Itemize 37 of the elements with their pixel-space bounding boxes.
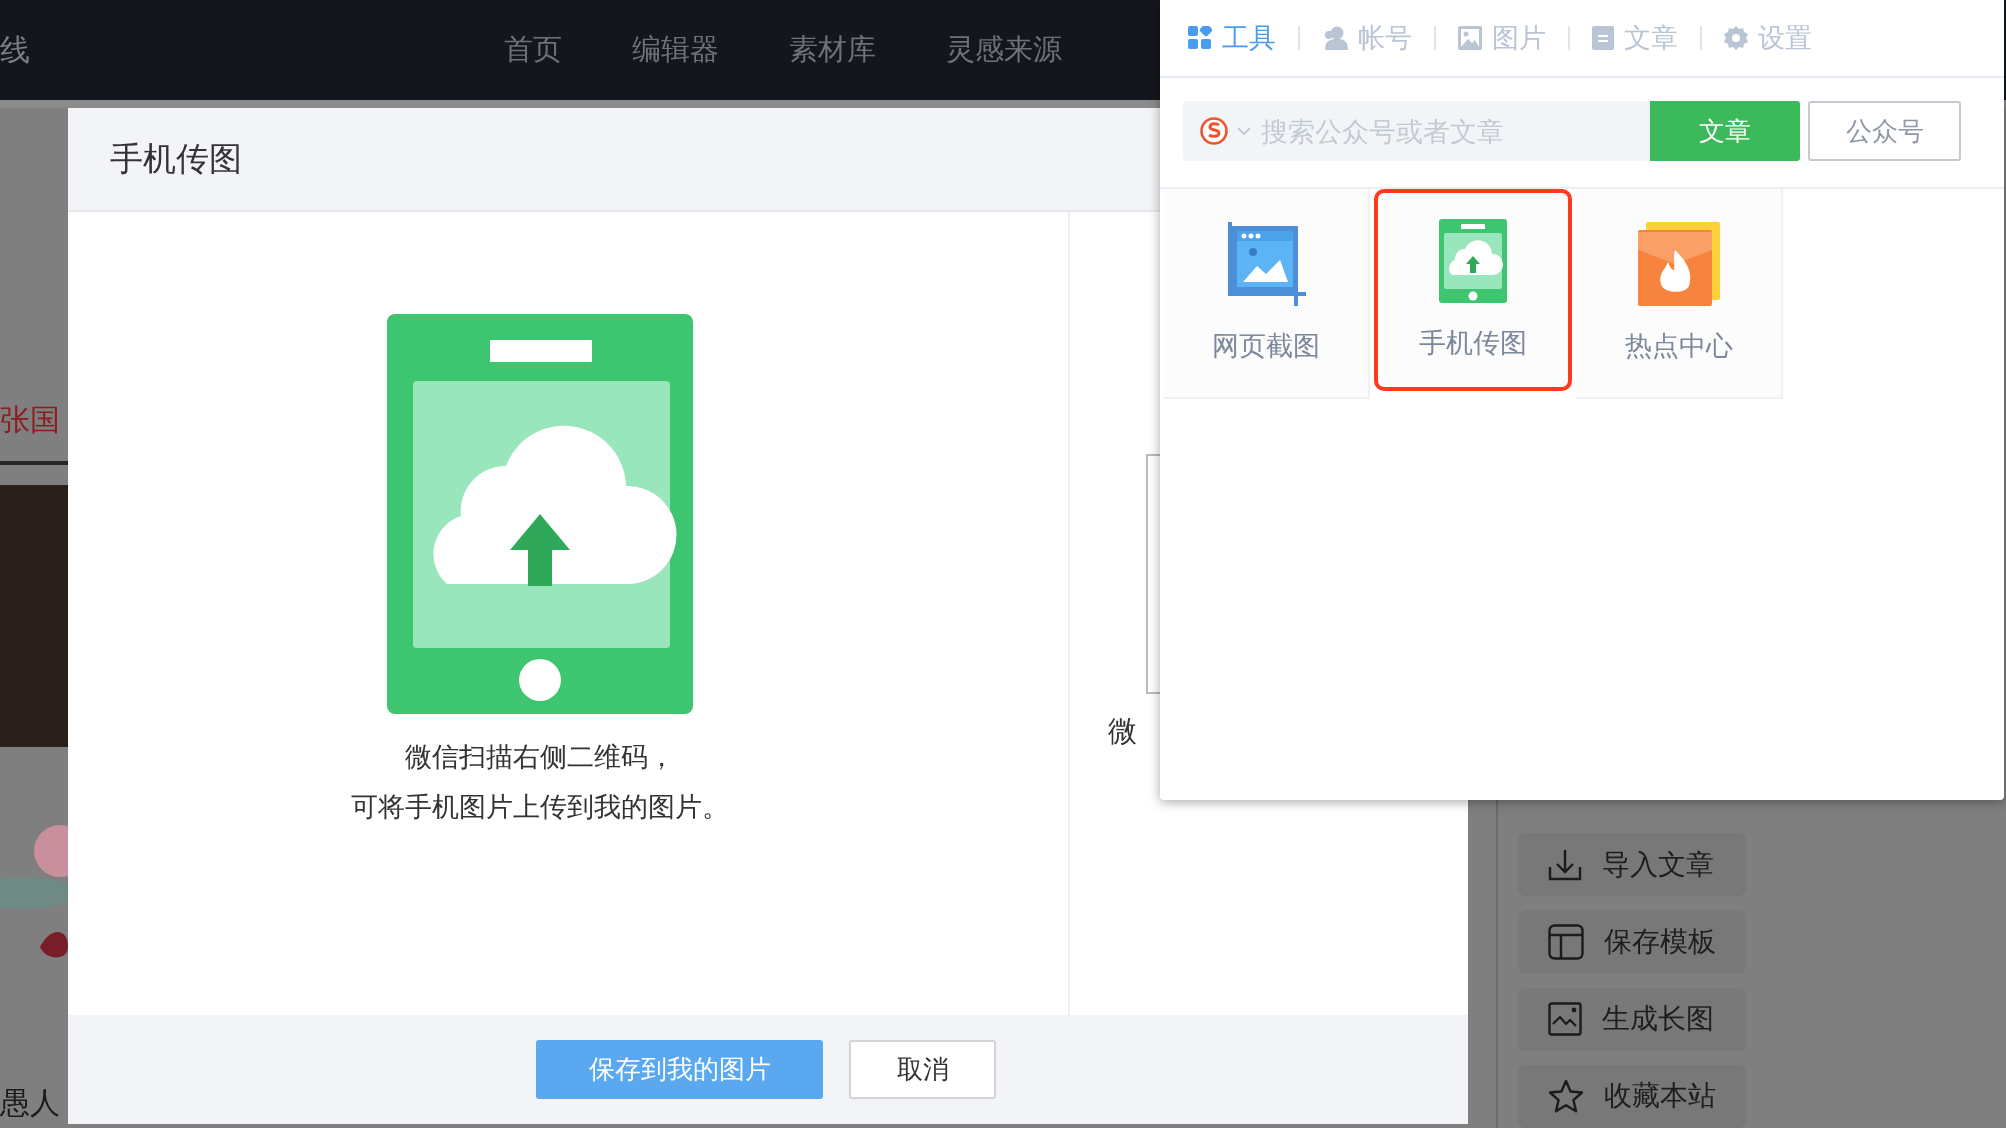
picture-icon <box>1548 1002 1582 1037</box>
document-icon <box>1592 26 1614 50</box>
nav-link[interactable]: 编辑器 <box>632 30 719 70</box>
long-image-button[interactable]: 生成长图 <box>1518 987 1746 1051</box>
flame-folder-icon <box>1637 222 1720 306</box>
crop-picture-icon <box>1225 222 1306 306</box>
qr-caption: 微 <box>1108 713 1137 750</box>
logo-text: 线 <box>0 30 30 69</box>
import-article-button[interactable]: 导入文章 <box>1518 833 1746 897</box>
tab[interactable]: 工具 <box>1188 20 1276 56</box>
star-icon <box>1548 1079 1584 1114</box>
account-search-button[interactable]: 公众号 <box>1808 101 1961 161</box>
download-icon <box>1548 848 1582 881</box>
modal-title: 手机传图 <box>110 137 242 180</box>
search-engine-logo-icon <box>1199 116 1229 146</box>
chevron-down-icon <box>1237 126 1251 136</box>
nav-link[interactable]: 灵感来源 <box>946 30 1062 70</box>
settings-icon <box>1724 26 1748 50</box>
save-template-button[interactable]: 保存模板 <box>1518 910 1746 974</box>
article-search-button[interactable]: 文章 <box>1650 101 1800 161</box>
instruction-text: 微信扫描右侧二维码， <box>405 740 675 774</box>
grid-icon <box>1188 26 1212 50</box>
tool-tile[interactable]: 手机传图 <box>1374 189 1572 391</box>
nav-link[interactable]: 素材库 <box>789 30 876 70</box>
layout-icon <box>1548 923 1584 960</box>
tool-tile[interactable]: 网页截图 <box>1163 189 1370 399</box>
phone-upload-icon <box>1439 219 1507 303</box>
cancel-button[interactable]: 取消 <box>849 1040 996 1099</box>
instruction-text: 可将手机图片上传到我的图片。 <box>351 790 729 824</box>
tool-tile[interactable]: 热点中心 <box>1576 189 1783 399</box>
nav-link[interactable]: 首页 <box>504 30 562 70</box>
user-icon <box>1322 26 1348 50</box>
article-headline: 张国 <box>0 401 61 439</box>
save-button[interactable]: 保存到我的图片 <box>536 1040 823 1099</box>
picture-icon <box>1458 26 1482 50</box>
caption-text: 愚人 <box>0 1084 61 1122</box>
bookmark-button[interactable]: 收藏本站 <box>1518 1064 1746 1128</box>
